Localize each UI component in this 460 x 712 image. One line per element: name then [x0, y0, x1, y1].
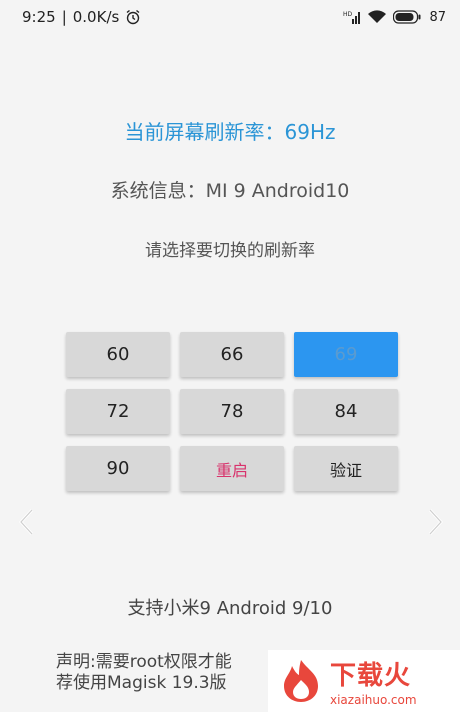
- current-refresh-rate: 当前屏幕刷新率：69Hz: [124, 120, 336, 144]
- chevron-right-icon[interactable]: [424, 507, 446, 537]
- svg-text:HD: HD: [343, 11, 353, 18]
- rate-button-72[interactable]: 72: [66, 389, 170, 434]
- chevron-left-icon[interactable]: [16, 507, 38, 537]
- rate-button-69[interactable]: 69: [294, 332, 398, 377]
- signal-icon: HD: [343, 10, 361, 24]
- choose-rate-prompt: 请选择要切换的刷新率: [145, 241, 315, 261]
- rate-button-90[interactable]: 90: [66, 446, 170, 491]
- alarm-icon: [125, 9, 141, 25]
- rate-button-84[interactable]: 84: [294, 389, 398, 434]
- rate-button-66[interactable]: 66: [180, 332, 284, 377]
- watermark-brand: 下载火: [330, 661, 412, 691]
- rate-button-60[interactable]: 60: [66, 332, 170, 377]
- watermark: 下载火 xiazaihuo.com: [268, 650, 460, 712]
- wifi-icon: [367, 10, 387, 24]
- watermark-domain: xiazaihuo.com: [330, 693, 417, 707]
- status-right: HD 87: [343, 10, 446, 25]
- support-info: 支持小米9 Android 9/10: [127, 598, 333, 619]
- status-time: 9:25: [22, 8, 56, 26]
- system-info: 系统信息：MI 9 Android10: [110, 180, 350, 202]
- flame-logo-icon: [278, 658, 324, 704]
- rate-button-78[interactable]: 78: [180, 389, 284, 434]
- battery-percent: 87: [429, 9, 446, 25]
- network-speed: 0.0K/s: [72, 8, 120, 26]
- battery-icon: [393, 10, 421, 24]
- status-separator: |: [61, 8, 67, 26]
- restart-button[interactable]: 重启: [180, 446, 284, 491]
- status-left: 9:25 | 0.0K/s: [22, 8, 141, 26]
- verify-button[interactable]: 验证: [294, 446, 398, 491]
- status-bar: 9:25 | 0.0K/s HD 87: [0, 0, 460, 34]
- refresh-rate-grid: 60 66 69 72 78 84 90 重启 验证: [66, 332, 398, 491]
